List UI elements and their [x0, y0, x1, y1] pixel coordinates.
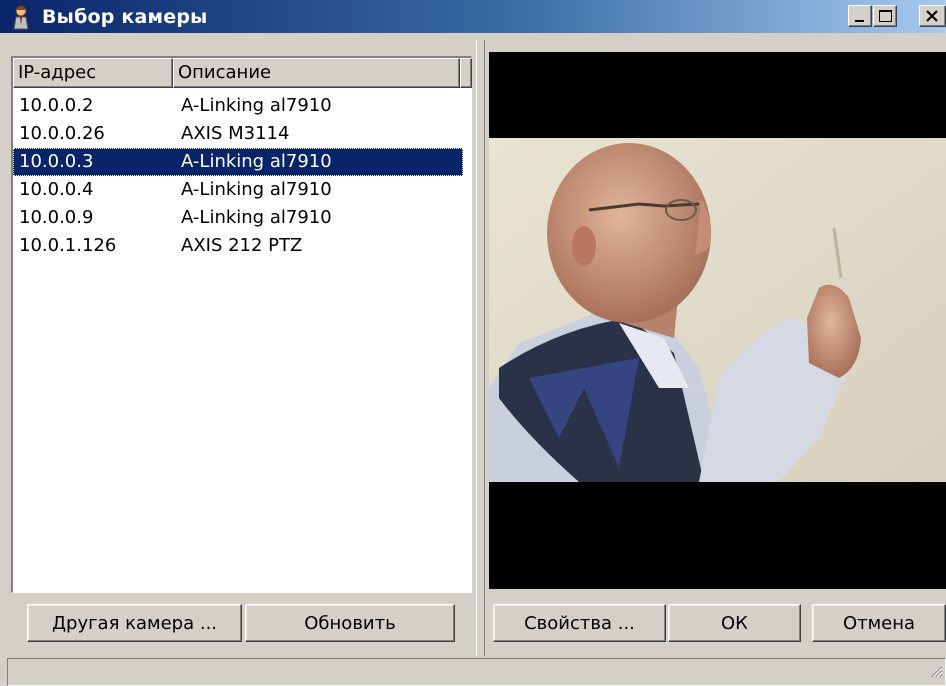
list-item[interactable]: 10.0.0.26 AXIS M3114	[13, 120, 471, 148]
video-preview	[489, 52, 946, 589]
camera-preview-image	[489, 138, 946, 482]
ok-button[interactable]: ОК	[668, 604, 801, 642]
close-button[interactable]	[919, 5, 946, 27]
user-camera-icon	[8, 4, 34, 30]
description-cell: AXIS M3114	[181, 123, 290, 144]
ip-address-cell: 10.0.0.9	[19, 207, 94, 228]
list-item[interactable]: 10.0.0.4 A-Linking al7910	[13, 176, 471, 204]
ip-address-cell: 10.0.0.26	[19, 123, 105, 144]
status-bar	[7, 658, 946, 686]
description-cell: A-Linking al7910	[181, 179, 332, 200]
description-cell: A-Linking al7910	[181, 207, 332, 228]
ip-address-cell: 10.0.0.4	[19, 179, 94, 200]
title-bar[interactable]: Выбор камеры	[0, 0, 946, 33]
ip-address-cell: 10.0.0.3	[19, 151, 94, 172]
ip-address-cell: 10.0.1.126	[19, 235, 117, 256]
ip-address-cell: 10.0.0.2	[19, 95, 94, 116]
description-cell: AXIS 212 PTZ	[181, 235, 303, 256]
refresh-button[interactable]: Обновить	[245, 604, 455, 642]
list-item[interactable]: 10.0.0.9 A-Linking al7910	[13, 204, 471, 232]
panel-splitter[interactable]	[476, 40, 485, 656]
other-camera-button[interactable]: Другая камера ...	[27, 604, 242, 642]
list-item[interactable]: 10.0.0.2 A-Linking al7910	[13, 92, 471, 120]
list-item[interactable]: 10.0.1.126 AXIS 212 PTZ	[13, 232, 471, 260]
list-item[interactable]: 10.0.0.3 A-Linking al7910	[13, 148, 463, 176]
maximize-button[interactable]	[873, 5, 897, 27]
cancel-button[interactable]: Отмена	[812, 604, 946, 642]
window-title: Выбор камеры	[42, 5, 208, 28]
properties-button[interactable]: Свойства ...	[493, 604, 666, 642]
column-header-description[interactable]: Описание	[173, 58, 460, 88]
description-cell: A-Linking al7910	[181, 95, 332, 116]
column-header-ip[interactable]: IP-адрес	[13, 58, 173, 88]
minimize-button[interactable]	[848, 5, 872, 27]
camera-list[interactable]: IP-адрес Описание 10.0.0.2 A-Linking al79…	[11, 56, 472, 593]
column-header-filler	[460, 58, 472, 88]
description-cell: A-Linking al7910	[181, 151, 332, 172]
camera-list-rows: 10.0.0.2 A-Linking al7910 10.0.0.26 AXIS M3…	[13, 92, 471, 260]
resize-grip-icon[interactable]	[929, 662, 943, 683]
